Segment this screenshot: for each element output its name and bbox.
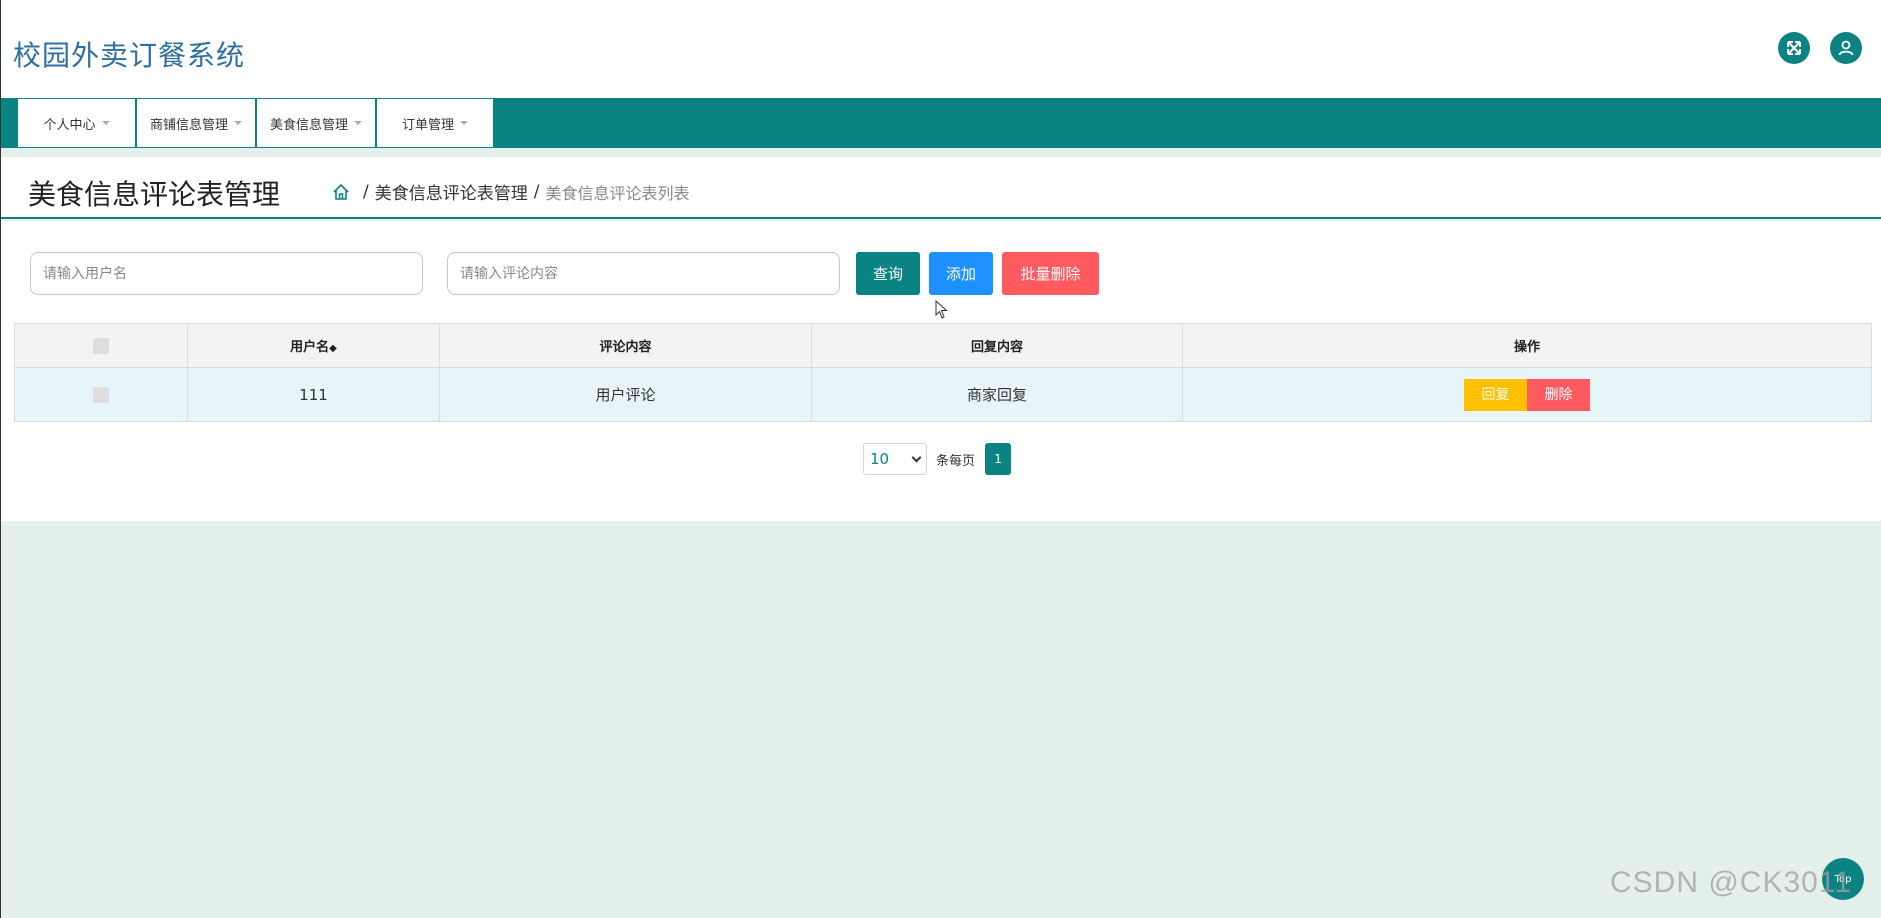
nav-item-personal-center[interactable]: 个人中心 (18, 99, 135, 147)
table-header-row: 用户名◆ 评论内容 回复内容 操作 (14, 323, 1872, 368)
caret-down-icon (460, 121, 468, 125)
nav-item-label: 个人中心 (43, 117, 96, 133)
col-actions: 操作 (1182, 323, 1872, 368)
page-size-select[interactable]: 10 (863, 443, 927, 475)
top-header: 校园外卖订餐系统 (1, 0, 1881, 98)
select-all-cell (14, 323, 188, 368)
page-title: 美食信息评论表管理 (28, 178, 281, 211)
mouse-cursor-icon (935, 300, 948, 319)
col-username[interactable]: 用户名◆ (187, 323, 440, 368)
row-select-cell (14, 367, 188, 422)
main-nav: 个人中心 商铺信息管理 美食信息管理 订单管理 (1, 98, 1881, 148)
cell-actions: 回复 删除 (1182, 367, 1872, 422)
page-size-value: 10 (870, 450, 890, 468)
comments-table: 用户名◆ 评论内容 回复内容 操作 111 用户评论 商家回复 回复 删除 (14, 323, 1872, 422)
nav-item-label: 美食信息管理 (269, 117, 348, 133)
caret-down-icon (101, 121, 110, 125)
main-panel: 查询 添加 批量删除 用户名◆ 评论内容 回复内容 操作 111 用户评论 商家… (1, 221, 1881, 521)
fullscreen-icon (1787, 41, 1801, 55)
per-page-label: 条每页 (936, 453, 976, 469)
caret-down-icon (234, 121, 242, 125)
col-username-label: 用户名 (290, 340, 330, 355)
col-reply: 回复内容 (811, 323, 1183, 368)
cell-reply: 商家回复 (811, 367, 1183, 422)
nav-item-orders[interactable]: 订单管理 (377, 99, 493, 147)
reply-button[interactable]: 回复 (1464, 378, 1527, 411)
username-search-input[interactable] (30, 252, 423, 295)
table-row: 111 用户评论 商家回复 回复 删除 (14, 367, 1872, 422)
sort-icon[interactable]: ◆ (329, 343, 337, 354)
nav-item-label: 订单管理 (401, 117, 454, 133)
delete-button[interactable]: 删除 (1527, 378, 1590, 411)
query-button[interactable]: 查询 (856, 252, 920, 295)
row-checkbox[interactable] (93, 387, 109, 403)
breadcrumb-current: 美食信息评论表列表 (545, 183, 690, 203)
fullscreen-button[interactable] (1778, 32, 1810, 64)
add-button[interactable]: 添加 (929, 252, 993, 295)
nav-item-shop-info[interactable]: 商铺信息管理 (137, 99, 255, 147)
user-icon (1838, 40, 1854, 56)
breadcrumb-section[interactable]: 美食信息评论表管理 (375, 179, 528, 204)
batch-delete-button[interactable]: 批量删除 (1002, 252, 1099, 295)
breadcrumb-separator: / (533, 181, 540, 202)
page-title-bar: 美食信息评论表管理 / 美食信息评论表管理 / 美食信息评论表列表 (1, 157, 1881, 219)
home-icon[interactable] (331, 182, 351, 202)
cell-username: 111 (187, 367, 440, 422)
col-content: 评论内容 (439, 323, 812, 368)
breadcrumb-separator: / (363, 181, 369, 202)
nav-item-label: 商铺信息管理 (149, 117, 228, 133)
app-title: 校园外卖订餐系统 (13, 39, 246, 72)
breadcrumb: / 美食信息评论表管理 / 美食信息评论表列表 (331, 179, 689, 204)
page-number-button[interactable]: 1 (985, 443, 1012, 475)
content-search-input[interactable] (447, 252, 840, 295)
watermark: CSDN @CK3011 (1610, 866, 1852, 899)
select-all-checkbox[interactable] (93, 337, 109, 354)
user-button[interactable] (1830, 32, 1862, 64)
caret-down-icon (354, 121, 362, 125)
chevron-down-icon (911, 452, 922, 462)
cell-content: 用户评论 (439, 367, 812, 422)
nav-item-food-info[interactable]: 美食信息管理 (257, 99, 375, 147)
pagination: 10 条每页 1 (863, 443, 1012, 475)
